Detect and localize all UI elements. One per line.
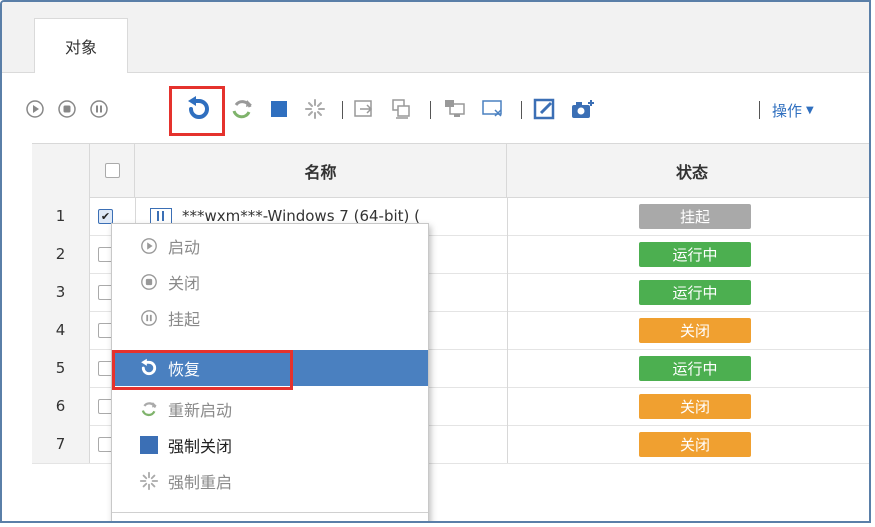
- row-number: 4: [32, 311, 90, 349]
- status-badge: 关闭: [639, 318, 751, 343]
- status-badge: 运行中: [639, 242, 751, 267]
- clone-icon[interactable]: [387, 91, 415, 127]
- column-divider: [507, 235, 508, 273]
- vm-paused-icon: [150, 208, 172, 224]
- row-checkbox[interactable]: ✔: [98, 209, 113, 224]
- play-circle-icon: [138, 235, 160, 257]
- toolbar-divider: [759, 101, 760, 119]
- stop-circle-icon: [138, 271, 160, 293]
- menu-item-force-shutdown[interactable]: 强制关闭: [112, 427, 428, 463]
- toolbar-divider: [521, 101, 522, 119]
- row-number: 2: [32, 235, 90, 273]
- restart-icon: [138, 398, 160, 420]
- row-number: 5: [32, 349, 90, 387]
- column-divider: [507, 311, 508, 349]
- highlight-box: [112, 350, 293, 390]
- pause-circle-icon: [138, 307, 160, 329]
- select-all-checkbox[interactable]: [104, 163, 120, 178]
- status-column-header[interactable]: 状态: [507, 144, 869, 197]
- row-number: 1: [32, 197, 90, 235]
- tab-strip: 对象: [2, 2, 869, 73]
- menu-item-shutdown[interactable]: 关闭: [112, 264, 428, 300]
- force-restart-icon: [138, 470, 160, 492]
- highlight-box: [169, 86, 225, 136]
- row-number: 3: [32, 273, 90, 311]
- menu-divider: [112, 512, 428, 513]
- menu-item-force-restart[interactable]: 强制重启: [112, 463, 428, 499]
- pause-circle-icon[interactable]: [86, 91, 112, 127]
- menu-item-suspend[interactable]: 挂起: [112, 300, 428, 336]
- row-number: 6: [32, 387, 90, 425]
- operations-menu-button[interactable]: 操作 ▼: [772, 100, 814, 121]
- table-header: 名称 状态: [32, 143, 869, 198]
- menu-item-restart[interactable]: 重新启动: [112, 391, 428, 427]
- name-column-header[interactable]: 名称: [135, 144, 507, 197]
- toolbar-divider: [430, 101, 431, 119]
- select-all-cell: [90, 144, 135, 197]
- context-menu: 启动 关闭 挂起 恢复 重新启动 强制关闭 强制重启: [111, 223, 429, 521]
- toolbar: 操作 ▼: [2, 73, 869, 143]
- play-circle-icon[interactable]: [22, 91, 48, 127]
- toolbar-divider: [342, 101, 343, 119]
- column-divider: [507, 197, 508, 235]
- column-divider: [507, 425, 508, 463]
- column-divider: [507, 273, 508, 311]
- status-badge: 运行中: [639, 280, 751, 305]
- status-badge: 运行中: [639, 356, 751, 381]
- stop-circle-icon[interactable]: [54, 91, 80, 127]
- status-badge: 挂起: [639, 204, 751, 229]
- row-number-header: [32, 144, 90, 197]
- snapshot-icon[interactable]: [478, 91, 508, 127]
- migrate-icon[interactable]: [350, 91, 378, 127]
- column-divider: [507, 349, 508, 387]
- force-stop-icon[interactable]: [266, 91, 292, 127]
- camera-icon[interactable]: [568, 91, 598, 127]
- menu-item-start[interactable]: 启动: [112, 228, 428, 264]
- restart-icon[interactable]: [227, 91, 257, 127]
- column-divider: [507, 387, 508, 425]
- row-number: 7: [32, 425, 90, 463]
- vm-objects-panel: 对象 操作 ▼ 名称 状态 1 ✔ ***wxm***-Windows 7 (6…: [0, 0, 871, 523]
- status-badge: 关闭: [639, 394, 751, 419]
- force-restart-icon[interactable]: [302, 91, 328, 127]
- tab-objects[interactable]: 对象: [34, 18, 128, 73]
- console-icon[interactable]: [440, 91, 470, 127]
- caret-down-icon: ▼: [806, 105, 814, 116]
- status-badge: 关闭: [639, 432, 751, 457]
- force-stop-icon: [138, 434, 160, 456]
- edit-icon[interactable]: [530, 91, 560, 127]
